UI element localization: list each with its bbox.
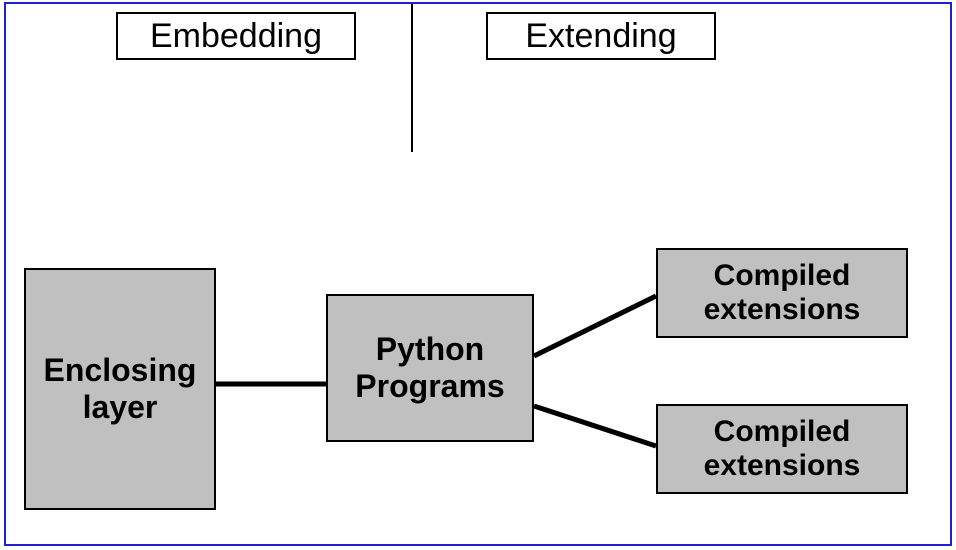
node-enclosing-layer: Enclosinglayer (24, 268, 216, 510)
node-ext1-label: Compiledextensions (704, 259, 861, 328)
node-compiled-extensions-1: Compiledextensions (656, 248, 908, 338)
header-embedding-label: Embedding (150, 17, 322, 56)
node-ext2-label: Compiledextensions (704, 415, 861, 484)
node-python-label: PythonPrograms (355, 331, 504, 405)
edge-python-ext1 (534, 296, 656, 356)
top-divider (411, 4, 413, 152)
header-extending: Extending (486, 12, 716, 60)
edge-python-ext2 (534, 406, 656, 446)
node-python-programs: PythonPrograms (326, 294, 534, 442)
header-embedding: Embedding (116, 12, 356, 60)
node-compiled-extensions-2: Compiledextensions (656, 404, 908, 494)
node-enclosing-label: Enclosinglayer (44, 352, 197, 426)
header-extending-label: Extending (525, 17, 676, 56)
diagram-frame: Embedding Extending Enclosinglayer Pytho… (4, 2, 952, 546)
